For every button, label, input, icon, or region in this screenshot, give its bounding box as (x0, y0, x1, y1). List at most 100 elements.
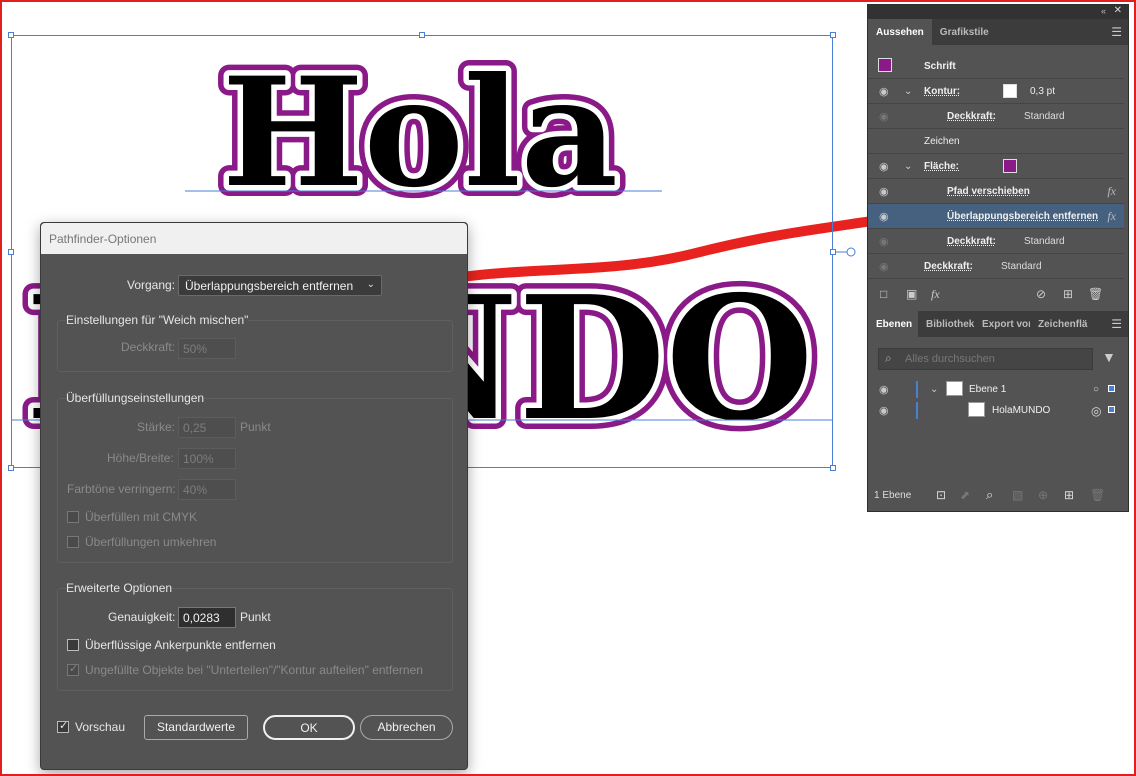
clear-appearance-icon[interactable]: ⊘ (1036, 287, 1046, 301)
genauigkeit-field[interactable]: 0,0283 (178, 607, 236, 628)
fx-icon[interactable]: fx (1107, 209, 1116, 224)
layer-row-holamundo[interactable]: ◉ HolaMUNDO ◎ (868, 400, 1128, 421)
delete-icon[interactable]: 🗑 (1088, 287, 1103, 301)
ungefuellt-checkbox[interactable] (67, 662, 79, 676)
appearance-row-flaeche-deckkraft[interactable]: ◉ Deckkraft: Standard (868, 229, 1124, 254)
kontur-swatch[interactable] (1003, 84, 1017, 98)
new-fill-icon[interactable]: ▣ (906, 287, 917, 301)
schrift-swatch (878, 58, 892, 72)
object-thumbnail (968, 402, 985, 417)
standardwerte-button[interactable]: Standardwerte (144, 715, 248, 740)
chevron-down-icon[interactable]: ⌄ (904, 86, 912, 97)
collapse-icon[interactable]: « (1101, 6, 1106, 16)
cmyk-checkbox[interactable] (67, 511, 79, 523)
umkehren-checkbox[interactable] (67, 536, 79, 548)
appearance-row-deckkraft[interactable]: ◉ Deckkraft: Standard (868, 254, 1124, 279)
pfad-label[interactable]: Pfad verschieben (947, 186, 1030, 197)
eye-icon[interactable]: ◉ (879, 235, 889, 248)
appearance-row-pfad[interactable]: ◉ Pfad verschieben fx (868, 179, 1124, 204)
cmyk-checkbox-row[interactable]: Überfüllen mit CMYK (67, 510, 197, 524)
panel-menu-icon[interactable]: ☰ (1111, 25, 1122, 39)
bbox-handle-tl[interactable] (8, 32, 14, 38)
bbox-handle-mr[interactable] (830, 249, 836, 255)
eye-icon[interactable]: ◉ (879, 85, 889, 98)
close-icon[interactable]: ✕ (1114, 5, 1122, 16)
layers-footer: 1 Ebene ⊡ ⬈ ⌕ ▧ ⊕ ⊞ 🗑 (868, 485, 1128, 507)
appearance-row-kontur-deckkraft[interactable]: ◉ Deckkraft: Standard (868, 104, 1124, 129)
vorschau-checkbox-row[interactable]: Vorschau (57, 719, 125, 734)
umkehren-checkbox-row[interactable]: Überfüllungen umkehren (67, 535, 216, 549)
collect-export-icon[interactable]: ⊡ (936, 488, 946, 502)
bbox-handle-br[interactable] (830, 465, 836, 471)
eye-icon[interactable]: ◉ (879, 110, 889, 123)
dialog-title[interactable]: Pathfinder-Optionen (41, 223, 467, 254)
target-icon[interactable]: ○ (1093, 384, 1099, 395)
vorgang-select[interactable]: Überlappungsbereich entfernen ⌄ (178, 275, 382, 296)
clipping-mask-icon[interactable]: ▧ (1012, 488, 1023, 502)
chevron-down-icon[interactable]: ⌄ (904, 161, 912, 172)
layer-name[interactable]: Ebene 1 (969, 384, 1006, 395)
tab-ebenen[interactable]: Ebenen (868, 311, 918, 337)
filter-icon[interactable]: ▼ (1102, 349, 1116, 365)
eye-icon[interactable]: ◉ (879, 210, 889, 223)
eye-icon[interactable]: ◉ (879, 160, 889, 173)
selection-indicator[interactable] (1108, 406, 1115, 413)
tab-bibliothek[interactable]: Bibliothek (918, 311, 974, 337)
search-icon: ⌕ (885, 351, 892, 365)
ok-button[interactable]: OK (263, 715, 355, 740)
panel-menu-icon[interactable]: ☰ (1111, 317, 1122, 331)
ungefuellt-checkbox-row[interactable]: Ungefüllte Objekte bei "Unterteilen"/"Ko… (67, 662, 423, 677)
flaeche-swatch[interactable] (1003, 159, 1017, 173)
eye-icon[interactable]: ◉ (879, 260, 889, 273)
kontur-deckkraft-label[interactable]: Deckkraft: (947, 111, 996, 122)
locate-object-icon[interactable]: ⌕ (986, 487, 993, 503)
tab-aussehen[interactable]: Aussehen (868, 19, 932, 45)
ueberlappung-label[interactable]: Überlappungsbereich entfernen (947, 211, 1098, 222)
bbox-handle-bl[interactable] (8, 465, 14, 471)
delete-layer-icon[interactable]: 🗑 (1090, 488, 1105, 502)
vorgang-row: Vorgang: (127, 278, 175, 292)
rotate-handle (846, 247, 856, 257)
anker-checkbox-row[interactable]: Überflüssige Ankerpunkte entfernen (67, 638, 276, 652)
duplicate-icon[interactable]: ⊞ (1063, 287, 1073, 301)
layers-search-input[interactable]: ⌕ Alles durchsuchen (878, 348, 1093, 370)
panel-header-strip[interactable]: « ✕ (868, 5, 1128, 19)
deckkraft-label[interactable]: Deckkraft: (924, 261, 973, 272)
add-effect-icon[interactable]: fx (931, 287, 940, 302)
chevron-down-icon[interactable]: ⌄ (930, 384, 938, 395)
new-layer-icon[interactable]: ⊞ (1064, 488, 1074, 502)
target-icon[interactable]: ◎ (1091, 404, 1101, 418)
selection-indicator[interactable] (1108, 385, 1115, 392)
fx-icon[interactable]: fx (1107, 184, 1116, 199)
cancel-button[interactable]: Abbrechen (360, 715, 453, 740)
appearance-row-flaeche[interactable]: ◉ ⌄ Fläche: (868, 154, 1124, 179)
hoehe-field[interactable]: 100% (178, 448, 236, 469)
vorschau-checkbox[interactable] (57, 719, 69, 733)
tab-export[interactable]: Export vor (974, 311, 1030, 337)
eye-icon[interactable]: ◉ (879, 185, 889, 198)
appearance-row-zeichen[interactable]: Zeichen (868, 129, 1124, 154)
flaeche-label[interactable]: Fläche: (924, 161, 959, 172)
appearance-row-kontur[interactable]: ◉ ⌄ Kontur: 0,3 pt (868, 79, 1124, 104)
export-icon[interactable]: ⬈ (960, 488, 970, 502)
staerke-field[interactable]: 0,25 (178, 417, 236, 438)
bbox-handle-ml[interactable] (8, 249, 14, 255)
anker-checkbox[interactable] (67, 639, 79, 651)
bbox-handle-tc[interactable] (419, 32, 425, 38)
kontur-value[interactable]: 0,3 pt (1030, 86, 1055, 97)
eye-icon[interactable]: ◉ (879, 383, 889, 396)
appearance-row-schrift[interactable]: Schrift (868, 54, 1124, 79)
object-name[interactable]: HolaMUNDO (992, 405, 1050, 416)
tab-grafikstile[interactable]: Grafikstile (932, 19, 997, 45)
bbox-handle-tr[interactable] (830, 32, 836, 38)
layer-row-ebene1[interactable]: ◉ ⌄ Ebene 1 ○ (868, 379, 1128, 400)
tab-zeichenflaechen[interactable]: Zeichenflä (1030, 311, 1088, 337)
new-stroke-icon[interactable]: □ (880, 287, 887, 301)
new-sublayer-icon[interactable]: ⊕ (1038, 488, 1048, 502)
kontur-label[interactable]: Kontur: (924, 86, 960, 97)
eye-icon[interactable]: ◉ (879, 404, 889, 417)
deckkraft-field[interactable]: 50% (178, 338, 236, 359)
flaeche-deckkraft-label[interactable]: Deckkraft: (947, 236, 996, 247)
farbtoene-field[interactable]: 40% (178, 479, 236, 500)
appearance-row-ueberlappung[interactable]: ◉ Überlappungsbereich entfernen fx (868, 204, 1124, 229)
